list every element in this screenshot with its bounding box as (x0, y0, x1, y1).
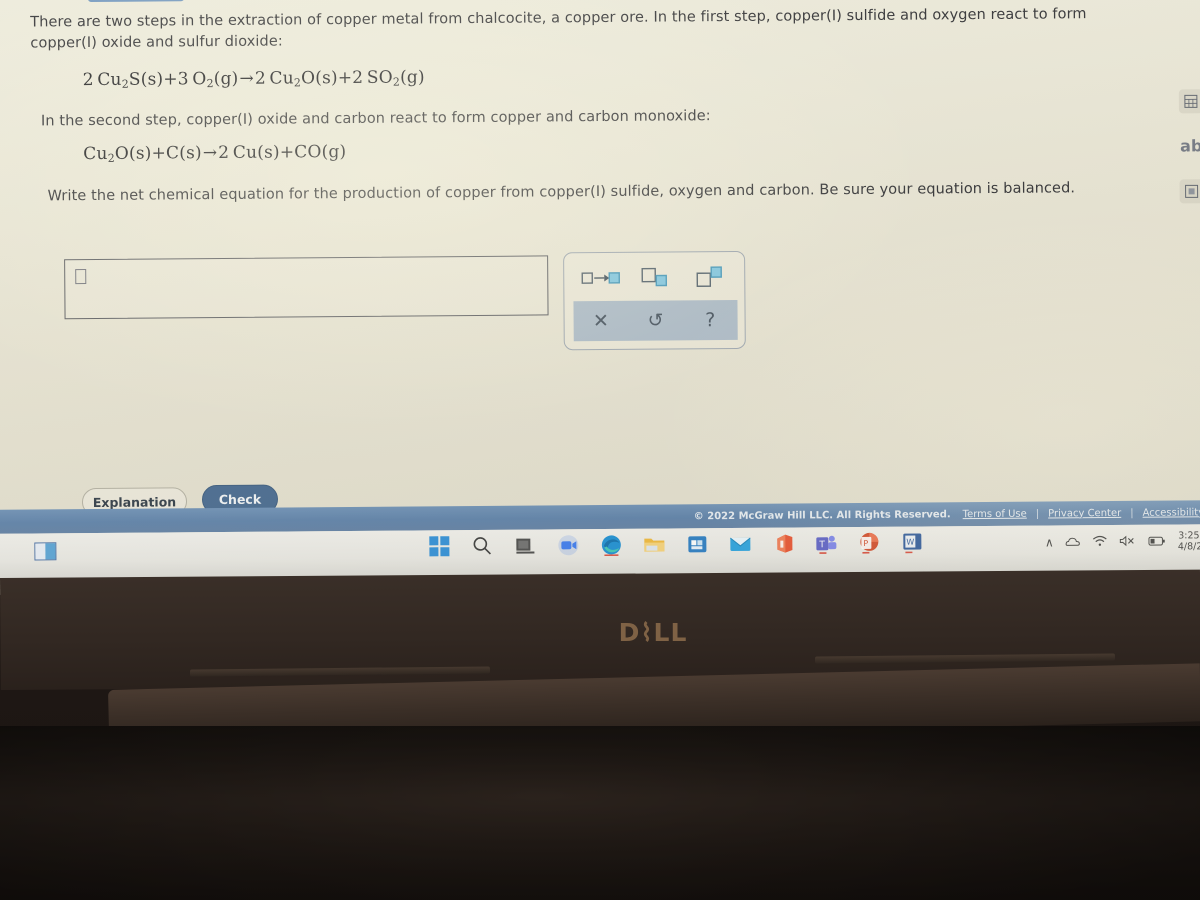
reaction-arrow-icon[interactable] (578, 264, 622, 292)
search-icon[interactable] (471, 535, 495, 559)
equation-control-row: ✕ ↺ ? (573, 299, 738, 342)
widgets-icon[interactable] (34, 542, 57, 561)
answer-input[interactable] (64, 255, 549, 320)
glossary-ab-icon[interactable]: ab (1179, 133, 1200, 157)
clear-button[interactable]: ✕ (578, 310, 624, 332)
word-icon[interactable]: W (901, 531, 925, 555)
laptop-keyboard: F1🔇F2🔉F3🔊F4⏮F5⏯F6⏭F7F8❐F9⚲F10F11☼F12☀Prt… (0, 780, 1200, 900)
svg-text:W: W (906, 538, 914, 547)
equation-step-two: Cu2O(s)+C(s)→2 Cu(s)+CO(g) (83, 142, 347, 165)
microsoft-store-icon[interactable] (686, 533, 710, 557)
show-hidden-icons-chevron[interactable]: ∧ (1045, 535, 1054, 549)
powerpoint-icon[interactable]: P (858, 532, 882, 556)
undo-button[interactable]: ↺ (632, 309, 678, 332)
browser-tab-sliver[interactable] (88, 0, 185, 3)
privacy-center-link[interactable]: Privacy Center (1048, 507, 1121, 519)
teams-icon[interactable]: T (815, 532, 839, 556)
answer-placeholder-box (75, 269, 87, 285)
svg-text:T: T (818, 540, 825, 550)
question-task-text: Write the net chemical equation for the … (47, 180, 1076, 205)
help-button[interactable]: ? (687, 309, 733, 331)
terms-of-use-link[interactable]: Terms of Use (963, 508, 1027, 520)
edge-icon[interactable] (600, 534, 624, 558)
equation-editor-toolbar: ✕ ↺ ? (563, 250, 746, 351)
subscript-icon[interactable] (633, 263, 677, 291)
wifi-icon[interactable] (1093, 535, 1108, 549)
copyright-text: © 2022 McGraw Hill LLC. All Rights Reser… (693, 508, 951, 522)
battery-icon[interactable] (1148, 535, 1166, 548)
volume-muted-icon[interactable] (1120, 535, 1137, 549)
clock-time: 3:25 P (1178, 530, 1200, 542)
footer-separator-1: | (1035, 508, 1040, 520)
superscript-icon[interactable] (688, 263, 732, 291)
file-explorer-icon[interactable] (643, 533, 667, 557)
footer-separator-2: | (1130, 507, 1134, 519)
laptop-screen: There are two steps in the extraction of… (0, 0, 1200, 595)
task-view-icon[interactable] (514, 535, 538, 559)
onedrive-cloud-icon[interactable] (1066, 536, 1081, 549)
equation-step-one: 2 Cu2S(s)+3 O2(g)→2 Cu2O(s)+2 SO2(g) (82, 67, 425, 91)
reference-tool-icon[interactable] (1179, 179, 1200, 204)
accessibility-link[interactable]: Accessibility (1143, 507, 1200, 518)
taskbar-app-group: T P W (428, 531, 925, 559)
dell-brand-logo: D⌇LL (618, 618, 688, 647)
browser-page: There are two steps in the extraction of… (0, 0, 1200, 534)
zoom-icon[interactable] (557, 534, 581, 558)
equation-tool-row (572, 260, 738, 295)
question-intro-text: There are two steps in the extraction of… (30, 6, 1087, 52)
svg-text:P: P (863, 539, 868, 548)
office-icon[interactable] (772, 532, 796, 556)
system-tray: ∧ 3:25 4/8/20 (1045, 530, 1200, 553)
periodic-table-icon[interactable] (1178, 89, 1200, 114)
start-icon[interactable] (428, 535, 452, 559)
laptop-photograph: There are two steps in the extraction of… (0, 0, 1200, 900)
mail-icon[interactable] (729, 533, 753, 557)
taskbar-clock[interactable]: 3:25 P 4/8/20 (1178, 530, 1200, 552)
question-mid-text: In the second step, copper(I) oxide and … (40, 108, 711, 130)
clock-date: 4/8/20 (1177, 541, 1200, 553)
